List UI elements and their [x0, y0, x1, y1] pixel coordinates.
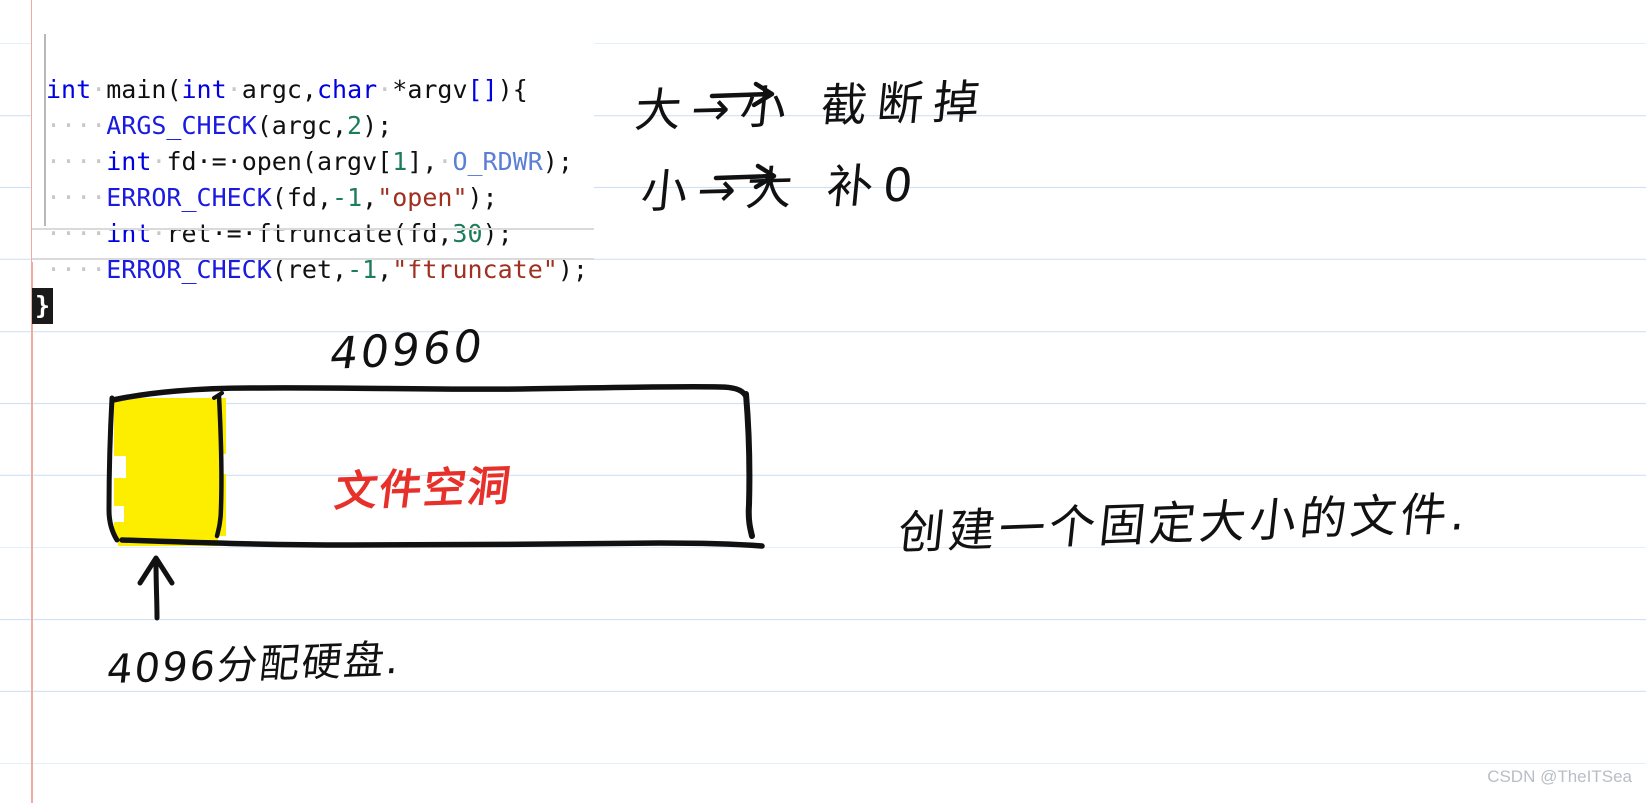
code-lines: int·main(int·argc,char·*argv[]){····ARGS…	[32, 72, 594, 324]
code-token: ·	[91, 75, 107, 104]
code-line: int·main(int·argc,char·*argv[]){	[32, 72, 594, 108]
editor-separator-line-top	[32, 228, 594, 230]
closing-brace-selection[interactable]: }	[32, 288, 54, 324]
highlight-edge-lower	[212, 474, 226, 536]
code-token: -1	[332, 183, 363, 212]
code-token: fd	[166, 147, 197, 176]
code-token: (	[166, 75, 182, 104]
highlight-edge-upper	[216, 398, 226, 454]
code-line: ····ARGS_CHECK(argc,2);	[32, 108, 594, 144]
code-token: ·=·	[211, 219, 257, 248]
code-token: int	[106, 147, 152, 176]
code-token: );	[362, 111, 393, 140]
indent-whitespace-dots: ····	[46, 147, 107, 176]
code-token: ret	[166, 219, 212, 248]
indent-whitespace-dots: ····	[46, 111, 107, 140]
code-token: open(argv[	[241, 147, 393, 176]
code-token: char	[316, 75, 378, 104]
code-line: ····ERROR_CHECK(fd,-1,"open");	[32, 180, 594, 216]
code-token: ERROR_CHECK	[106, 183, 272, 212]
code-token: ){	[497, 75, 528, 104]
annotation-small-to-big: 小→大 补0	[638, 157, 926, 219]
code-token: );	[467, 183, 498, 212]
code-editor-pane[interactable]: int·main(int·argc,char·*argv[]){····ARGS…	[32, 0, 594, 324]
code-token: ARGS_CHECK	[106, 111, 257, 140]
code-token: 30	[452, 219, 483, 248]
code-token: int	[46, 75, 92, 104]
annotation-file-size-40960: 40960	[328, 320, 487, 381]
editor-indent-guide	[44, 34, 46, 226]
code-token: ,	[362, 183, 378, 212]
code-token: argc,	[241, 75, 317, 104]
code-token: (fd,	[271, 183, 333, 212]
annotation-file-hole: 文件空洞	[332, 460, 516, 517]
annotation-4096-disk-allocation: 4096分配硬盘.	[104, 636, 404, 694]
code-token: ·	[437, 147, 453, 176]
code-line: ····int·ret·=·ftruncate(fd,30);	[32, 216, 594, 252]
code-token: O_RDWR	[452, 147, 543, 176]
code-token: (argc,	[256, 111, 348, 140]
code-token: *argv	[392, 75, 468, 104]
code-token: ftruncate(fd,	[256, 219, 453, 248]
csdn-watermark: CSDN @TheITSea	[1487, 767, 1632, 786]
highlight-notch-lower	[112, 506, 124, 522]
code-token: ·	[151, 219, 167, 248]
code-line-closing-brace: }	[32, 288, 594, 324]
highlight-notch-upper	[112, 456, 126, 478]
code-token: ·	[226, 75, 242, 104]
code-token: main	[106, 75, 167, 104]
code-line: ····int·fd·=·open(argv[1],·O_RDWR);	[32, 144, 594, 180]
code-token: 1	[392, 147, 408, 176]
highlight-tail	[118, 532, 218, 546]
indent-whitespace-dots: ····	[46, 183, 107, 212]
code-token: ],	[407, 147, 438, 176]
code-token: ·	[377, 75, 393, 104]
code-token: "open"	[377, 183, 468, 212]
code-token: int	[106, 219, 152, 248]
indent-whitespace-dots: ····	[46, 219, 107, 248]
code-token: int	[181, 75, 227, 104]
yellow-highlight-block	[112, 398, 226, 546]
code-token: 2	[347, 111, 363, 140]
annotation-big-to-small: 大→小 截断掉	[632, 74, 992, 138]
code-token: ·	[151, 147, 167, 176]
code-token: ·=·	[196, 147, 242, 176]
code-token: []	[467, 75, 498, 104]
code-token: );	[482, 219, 513, 248]
code-token: );	[542, 147, 573, 176]
editor-separator-line-bottom	[32, 258, 594, 260]
